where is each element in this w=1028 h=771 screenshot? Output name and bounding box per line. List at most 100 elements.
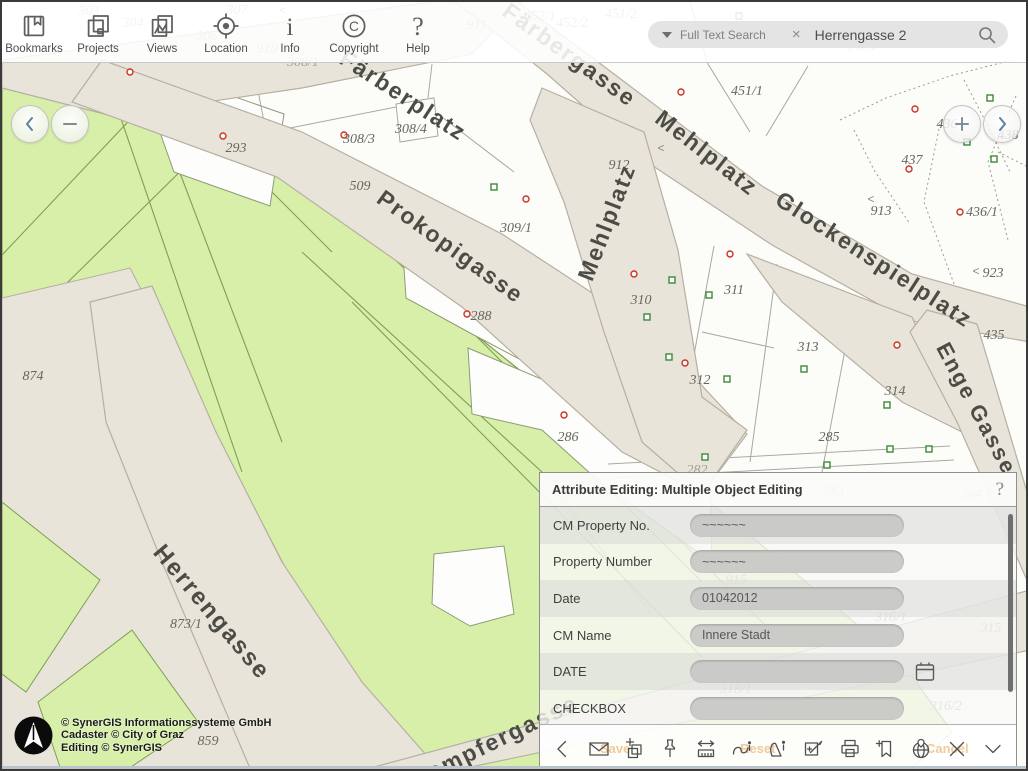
panel-help-button[interactable]: ? bbox=[996, 479, 1004, 501]
parcel-number: 286 bbox=[558, 430, 579, 445]
toolbar-item-views[interactable]: Views bbox=[130, 4, 194, 60]
red-point-marker bbox=[220, 133, 226, 139]
collapse-chevron-icon[interactable] bbox=[981, 737, 1005, 761]
views-icon bbox=[147, 10, 177, 42]
parcel-number: 309/1 bbox=[499, 221, 532, 236]
copyright-icon: C bbox=[339, 10, 369, 42]
field-input[interactable] bbox=[690, 660, 904, 683]
window-bottom-edge bbox=[2, 766, 1026, 769]
field-label: CM Property No. bbox=[553, 518, 690, 533]
close-icon[interactable] bbox=[945, 737, 969, 761]
parcel-number: 311 bbox=[723, 283, 744, 298]
field-label: Property Number bbox=[553, 554, 690, 569]
field-label: DATE bbox=[553, 664, 690, 679]
field-label: CHECKBOX bbox=[553, 701, 690, 716]
pan-left-button[interactable] bbox=[11, 105, 49, 143]
toolbar-item-bookmarks[interactable]: Bookmarks bbox=[2, 4, 66, 60]
polyline-info-icon[interactable] bbox=[730, 737, 754, 761]
projects-icon bbox=[83, 10, 113, 42]
search-bar[interactable]: Full Text Search × Herrengasse 2 bbox=[648, 21, 1008, 48]
toolbar-item-label: Help bbox=[406, 43, 430, 55]
field-input[interactable]: ~~~~~~ bbox=[690, 514, 904, 537]
pin-icon[interactable] bbox=[658, 737, 682, 761]
measure-icon[interactable] bbox=[694, 737, 718, 761]
toolbar-item-location[interactable]: Location bbox=[194, 4, 258, 60]
search-clear-button[interactable]: × bbox=[792, 26, 801, 43]
globe-locate-icon[interactable] bbox=[909, 737, 933, 761]
attribution-line: © SynerGIS Informationssysteme GmbH bbox=[61, 717, 271, 730]
search-mode-dropdown-icon[interactable] bbox=[662, 32, 672, 38]
green-point-marker bbox=[702, 454, 708, 460]
search-mode-label[interactable]: Full Text Search bbox=[680, 28, 766, 42]
north-arrow-logo bbox=[14, 716, 53, 755]
parcel-number: 437 bbox=[902, 153, 924, 168]
green-point-marker bbox=[884, 402, 890, 408]
parcel-number: 285 bbox=[819, 430, 840, 445]
green-point-marker bbox=[801, 366, 807, 372]
red-point-marker bbox=[127, 69, 133, 75]
field-label: CM Name bbox=[553, 628, 690, 643]
svg-text:C: C bbox=[349, 19, 359, 34]
svg-text:?: ? bbox=[412, 11, 424, 40]
green-point-marker bbox=[669, 277, 675, 283]
red-point-marker bbox=[561, 412, 567, 418]
field-row-property-number: Property Number ~~~~~~ bbox=[540, 544, 1016, 581]
red-point-marker bbox=[464, 311, 470, 317]
mail-icon[interactable] bbox=[587, 737, 611, 761]
toolbar-item-copyright[interactable]: CCopyright bbox=[322, 4, 386, 60]
parcel-number: 312 bbox=[689, 373, 711, 388]
print-icon[interactable] bbox=[838, 737, 862, 761]
arrow-marker: < bbox=[867, 192, 874, 206]
info-icon: i bbox=[275, 10, 305, 42]
field-value: ~~~~~~ bbox=[702, 555, 746, 569]
toolbar-item-projects[interactable]: Projects bbox=[66, 4, 130, 60]
panel-scrollbar[interactable] bbox=[1008, 514, 1013, 692]
red-point-marker bbox=[523, 196, 529, 202]
panel-footer-toolbar: SaveResetCancel bbox=[540, 724, 1016, 771]
edit-attributes-icon[interactable] bbox=[802, 737, 826, 761]
arrow-marker: < bbox=[657, 141, 664, 155]
zoom-in-button[interactable] bbox=[943, 105, 981, 143]
zoom-out-button[interactable] bbox=[51, 105, 89, 143]
attribution-line: Cadaster © City of Graz bbox=[61, 729, 271, 742]
calendar-icon[interactable] bbox=[913, 660, 937, 684]
green-point-marker bbox=[666, 354, 672, 360]
field-value: ~~~~~~ bbox=[702, 518, 746, 532]
panel-title: Attribute Editing: Multiple Object Editi… bbox=[552, 482, 803, 497]
location-icon bbox=[211, 10, 241, 42]
field-label: Date bbox=[553, 591, 690, 606]
parcel-number: 509 bbox=[350, 179, 371, 194]
field-input[interactable]: ~~~~~~ bbox=[690, 550, 904, 573]
toolbar-item-label: Bookmarks bbox=[5, 43, 63, 55]
search-input[interactable]: Herrengasse 2 bbox=[815, 27, 976, 43]
green-point-marker bbox=[824, 462, 830, 468]
red-point-marker bbox=[912, 106, 918, 112]
field-input[interactable]: Innere Stadt bbox=[690, 624, 904, 647]
red-point-marker bbox=[727, 251, 733, 257]
copy-objects-icon[interactable] bbox=[623, 737, 647, 761]
toolbar-item-info[interactable]: iInfo bbox=[258, 4, 322, 60]
svg-text:i: i bbox=[287, 13, 294, 40]
attribution-line: Editing © SynerGIS bbox=[61, 742, 271, 755]
search-icon[interactable] bbox=[976, 24, 998, 46]
parcel-number: 435 bbox=[984, 328, 1005, 343]
pan-right-button[interactable] bbox=[983, 105, 1021, 143]
red-point-marker bbox=[631, 271, 637, 277]
toolbar-item-help[interactable]: ? Help bbox=[386, 4, 450, 60]
panel-body: CM Property No. ~~~~~~ Property Number ~~~~… bbox=[540, 507, 1016, 724]
polygon-info-icon[interactable] bbox=[766, 737, 790, 761]
field-input[interactable] bbox=[690, 697, 904, 720]
panel-header[interactable]: Attribute Editing: Multiple Object Editi… bbox=[540, 473, 1016, 507]
back-chevron-icon[interactable] bbox=[551, 737, 575, 761]
field-row-cm-property-no-: CM Property No. ~~~~~~ bbox=[540, 507, 1016, 544]
parcel-number: 451/1 bbox=[731, 84, 763, 99]
field-input[interactable]: 01042012 bbox=[690, 587, 904, 610]
parcel-number: 308/4 bbox=[394, 122, 427, 137]
parcel-number: 308/3 bbox=[342, 132, 375, 147]
arrow-marker: < bbox=[972, 264, 979, 278]
green-point-marker bbox=[644, 314, 650, 320]
parcel-number: 436/1 bbox=[966, 205, 998, 220]
bookmark-add-icon[interactable] bbox=[873, 737, 897, 761]
red-point-marker bbox=[957, 209, 963, 215]
parcel-number: 873/1 bbox=[170, 617, 202, 632]
